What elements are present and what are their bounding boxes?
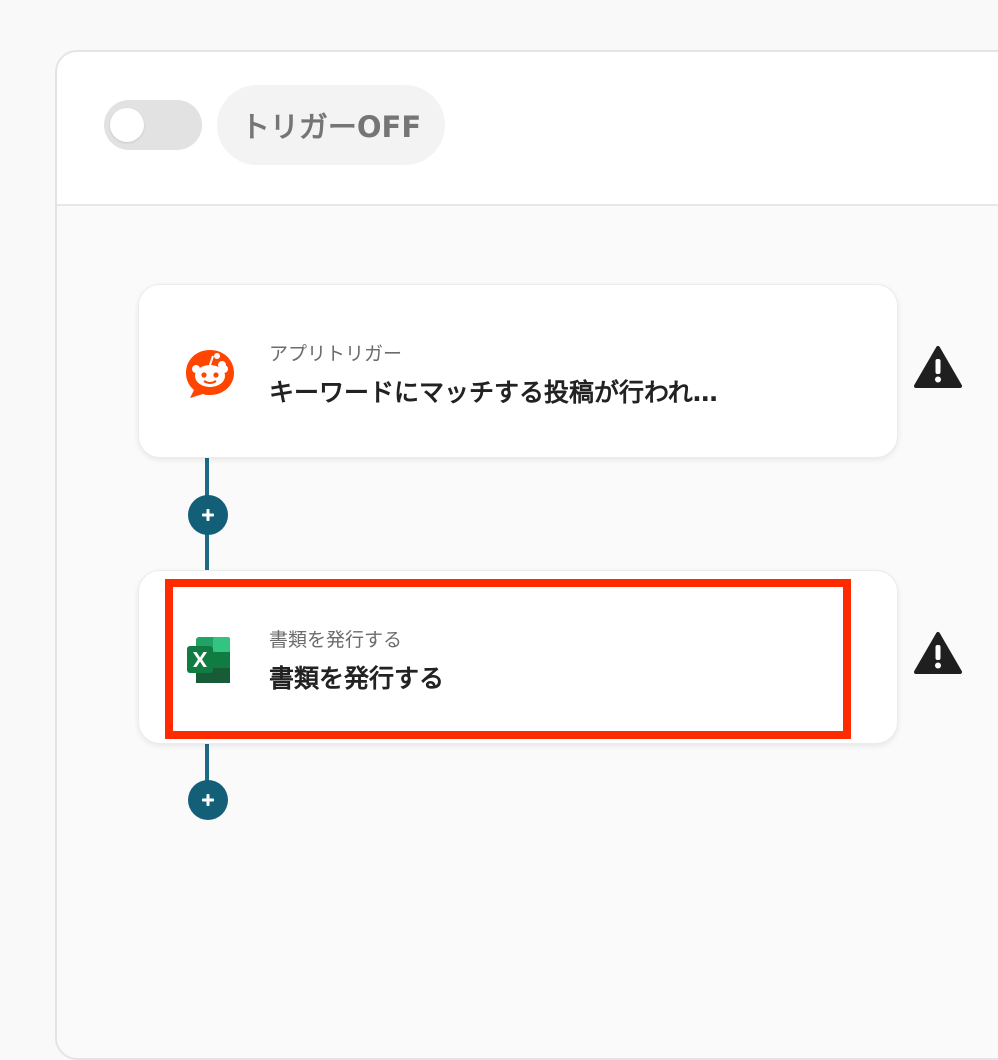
step-title: キーワードにマッチする投稿が行われ… [269,373,718,409]
step-card-action[interactable]: 書類を発行する 書類を発行する [138,570,898,744]
warning-icon[interactable] [913,345,963,389]
reddit-icon [183,347,237,401]
excel-icon [183,633,237,687]
step-title: 書類を発行する [269,659,444,695]
warning-icon[interactable] [913,631,963,675]
plus-icon [200,792,216,808]
step-kind-label: 書類を発行する [269,625,402,652]
add-step-button[interactable] [188,780,228,820]
step-kind-label: アプリトリガー [269,339,402,366]
step-card-trigger[interactable]: アプリトリガー キーワードにマッチする投稿が行われ… [138,284,898,458]
add-step-button[interactable] [188,495,228,535]
flow-canvas: アプリトリガー キーワードにマッチする投稿が行われ… [0,0,998,1024]
plus-icon [200,507,216,523]
connector-line [205,742,209,782]
